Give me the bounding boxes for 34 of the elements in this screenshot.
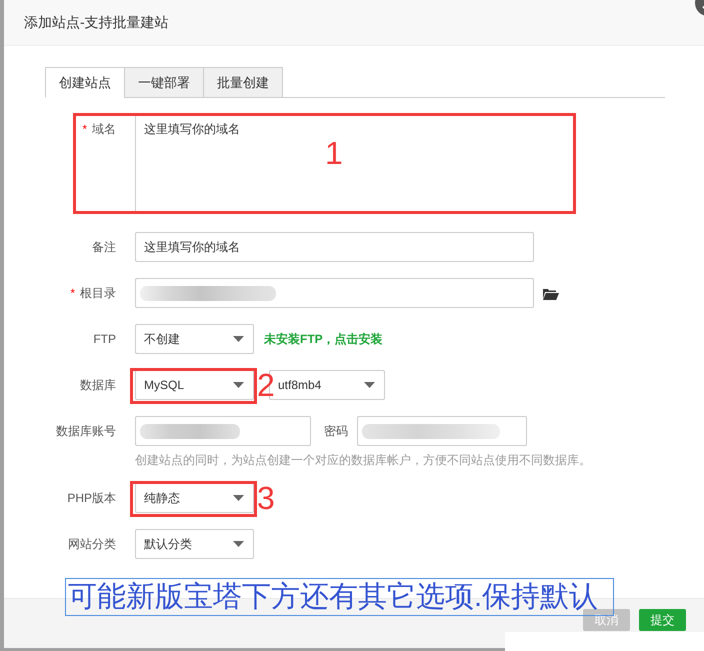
- tab[interactable]: 一键部署: [124, 67, 204, 98]
- dropdown[interactable]: MySQL: [135, 370, 254, 400]
- field-label: 备注: [92, 240, 116, 254]
- tab[interactable]: 创建站点: [45, 67, 125, 98]
- hint-text: 创建站点的同时，为站点创建一个对应的数据库帐户，方便不同站点使用不同数据库。: [135, 453, 591, 467]
- password-field[interactable]: [357, 416, 527, 446]
- annotation-number: 3: [257, 483, 275, 513]
- field-label: FTP: [93, 332, 116, 346]
- field-label: PHP版本: [67, 491, 116, 505]
- caret-icon: [233, 382, 244, 388]
- field-label: 网站分类: [68, 537, 116, 551]
- required-mark: *: [82, 122, 87, 136]
- input-field[interactable]: 这里填写你的域名: [135, 232, 534, 262]
- dropdown[interactable]: 默认分类: [135, 529, 254, 559]
- input-field[interactable]: [135, 278, 534, 308]
- caret-icon: [364, 382, 375, 388]
- required-mark: *: [70, 286, 75, 300]
- annotation-number: 1: [325, 138, 343, 168]
- field-label: 密码: [324, 422, 348, 440]
- caret-icon: [233, 336, 244, 342]
- folder-icon[interactable]: [543, 288, 559, 300]
- input-field[interactable]: [135, 416, 311, 446]
- field-label: 域名: [92, 122, 116, 136]
- dropdown[interactable]: 纯静态: [135, 483, 254, 513]
- caret-icon: [233, 495, 244, 501]
- field-label: 数据库账号: [56, 424, 116, 438]
- field-label: 数据库: [80, 378, 116, 392]
- dropdown[interactable]: 不创建: [135, 324, 254, 354]
- caret-icon: [233, 541, 244, 547]
- callout-text: 可能新版宝塔下方还有其它选项.保持默认: [65, 578, 614, 616]
- tab[interactable]: 批量创建: [203, 67, 283, 98]
- field-label: 根目录: [80, 286, 116, 300]
- dialog-title: 添加站点-支持批量建站: [24, 14, 169, 32]
- close-icon[interactable]: [694, 0, 704, 18]
